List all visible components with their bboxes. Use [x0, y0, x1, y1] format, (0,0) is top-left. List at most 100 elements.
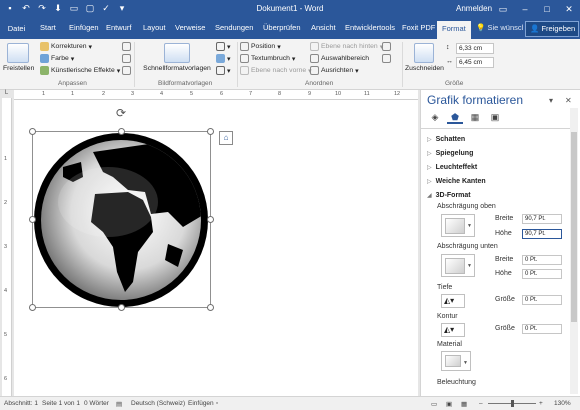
resize-handle-e[interactable]: [207, 216, 214, 223]
effects-pentagon-icon[interactable]: ⬟: [447, 110, 463, 124]
minimize-icon[interactable]: –: [514, 0, 536, 19]
selected-picture[interactable]: [29, 128, 214, 311]
proofing-icon[interactable]: ▤: [116, 400, 122, 408]
status-words[interactable]: 0 Wörter: [84, 400, 109, 407]
horizontal-ruler[interactable]: 1 1 2 3 4 5 6 7 8 9 10 11 12: [14, 90, 418, 100]
top-bevel-height-input[interactable]: 90,7 Pt.: [522, 229, 562, 239]
tab-insert[interactable]: Einfügen: [69, 23, 99, 32]
resize-handle-se[interactable]: [207, 304, 214, 311]
picture-icon[interactable]: ▣: [487, 110, 503, 124]
undo-icon[interactable]: ↶: [20, 3, 32, 14]
resize-handle-ne[interactable]: [207, 128, 214, 135]
new-icon[interactable]: ▢: [84, 3, 96, 14]
crop-button[interactable]: Zuschneiden: [405, 43, 444, 72]
tell-me-search[interactable]: 💡 Sie wünscl: [476, 23, 523, 32]
selection-pane-button[interactable]: Auswahlbereich: [310, 54, 369, 63]
status-page[interactable]: Seite 1 von 1: [42, 400, 80, 407]
open-icon[interactable]: ▭: [68, 3, 80, 14]
picture-effects-icon[interactable]: ▾: [216, 54, 230, 63]
quick-styles-button[interactable]: Schnellformatvorlagen: [140, 43, 214, 72]
tab-view[interactable]: Ansicht: [311, 23, 336, 32]
read-mode-icon[interactable]: ▭: [431, 400, 437, 408]
status-mode[interactable]: Einfügen: [188, 400, 214, 407]
resize-handle-sw[interactable]: [29, 304, 36, 311]
layout-options-icon[interactable]: ⌂: [219, 131, 233, 145]
section-glow[interactable]: ▷ Leuchteffekt: [427, 164, 477, 171]
remove-background-button[interactable]: Freistellen: [3, 43, 34, 72]
scrollbar-thumb[interactable]: [571, 132, 577, 322]
pane-scrollbar[interactable]: [570, 108, 578, 394]
section-reflection[interactable]: ▷ Spiegelung: [427, 150, 473, 157]
ribbon-display-icon[interactable]: ▭: [492, 0, 514, 19]
rotate-objects-icon[interactable]: [382, 54, 391, 63]
bottom-bevel-picker[interactable]: ▼: [441, 254, 475, 277]
zoom-in-icon[interactable]: +: [539, 400, 543, 407]
pane-close-icon[interactable]: ✕: [565, 96, 572, 105]
top-bevel-picker[interactable]: ▼: [441, 214, 475, 237]
touch-mode-icon[interactable]: ⬇: [52, 3, 64, 14]
macro-icon[interactable]: ▫: [216, 400, 218, 407]
position-button[interactable]: Position ▾: [240, 42, 281, 51]
bottom-bevel-height-input[interactable]: 0 Pt.: [522, 269, 562, 279]
change-picture-icon[interactable]: [122, 54, 131, 63]
resize-handle-nw[interactable]: [29, 128, 36, 135]
layout-properties-icon[interactable]: ▦: [467, 110, 483, 124]
section-shadow[interactable]: ▷ Schatten: [427, 136, 465, 143]
color-button[interactable]: Farbe ▾: [40, 54, 74, 63]
wrap-text-button[interactable]: Textumbruch ▾: [240, 54, 295, 63]
status-language[interactable]: Deutsch (Schweiz): [131, 400, 185, 407]
contour-color-picker[interactable]: ◭▾: [441, 323, 465, 337]
artistic-effects-button[interactable]: Künstlerische Effekte ▾: [40, 66, 120, 75]
resize-handle-n[interactable]: [118, 128, 125, 135]
zoom-out-icon[interactable]: –: [479, 400, 483, 407]
status-section[interactable]: Abschnitt: 1: [4, 400, 38, 407]
zoom-level[interactable]: 130%: [554, 400, 571, 407]
tab-start[interactable]: Start: [40, 23, 56, 32]
compress-icon[interactable]: [122, 42, 131, 51]
depth-size-input[interactable]: 0 Pt.: [522, 295, 562, 305]
check-icon[interactable]: ✓: [100, 3, 112, 14]
save-icon[interactable]: ▪: [4, 3, 16, 14]
fill-line-icon[interactable]: ◈: [427, 110, 443, 124]
align-button[interactable]: Ausrichten ▾: [310, 66, 359, 75]
print-layout-icon[interactable]: ▣: [446, 400, 452, 408]
height-input[interactable]: 6,33 cm: [456, 43, 494, 54]
redo-icon[interactable]: ↷: [36, 3, 48, 14]
group-objects-icon[interactable]: [382, 42, 391, 51]
resize-handle-s[interactable]: [118, 304, 125, 311]
tab-developer[interactable]: Entwicklertools: [345, 23, 395, 32]
top-bevel-width-input[interactable]: 90,7 Pt.: [522, 214, 562, 224]
section-3d-format[interactable]: ◢ 3D-Format: [427, 192, 471, 199]
web-layout-icon[interactable]: ▦: [461, 400, 467, 408]
picture-layout-icon[interactable]: ▾: [216, 66, 230, 75]
bring-forward-button[interactable]: Ebene nach vorne ▾: [240, 66, 312, 75]
section-soft-edges[interactable]: ▷ Weiche Kanten: [427, 178, 486, 185]
resize-handle-w[interactable]: [29, 216, 36, 223]
depth-color-picker[interactable]: ◭▾: [441, 294, 465, 308]
pane-options-icon[interactable]: ▾: [549, 96, 553, 105]
tab-review[interactable]: Überprüfen: [263, 23, 301, 32]
signin-link[interactable]: Anmelden: [456, 4, 492, 13]
tab-file[interactable]: Datei: [0, 19, 33, 39]
customize-qat-icon[interactable]: ▾: [116, 3, 128, 14]
rotate-handle-icon[interactable]: ⟳: [116, 106, 126, 120]
tab-mailings[interactable]: Sendungen: [215, 23, 253, 32]
maximize-icon[interactable]: □: [536, 0, 558, 19]
vertical-ruler[interactable]: 1 2 3 4 5 6: [2, 98, 12, 396]
material-picker[interactable]: ▼: [441, 351, 471, 371]
share-button[interactable]: 👤 Freigeben: [525, 21, 579, 37]
close-icon[interactable]: ✕: [558, 0, 580, 19]
width-input[interactable]: 6,45 cm: [456, 57, 494, 68]
reset-picture-icon[interactable]: [122, 66, 131, 75]
tab-references[interactable]: Verweise: [175, 23, 205, 32]
zoom-slider-thumb[interactable]: [511, 400, 514, 407]
bottom-bevel-width-input[interactable]: 0 Pt.: [522, 255, 562, 265]
tab-format[interactable]: Format: [437, 21, 471, 39]
picture-border-icon[interactable]: ▾: [216, 42, 230, 51]
send-backward-button[interactable]: Ebene nach hinten ▾: [310, 42, 383, 51]
tab-layout[interactable]: Layout: [143, 23, 166, 32]
corrections-button[interactable]: Korrekturen ▾: [40, 42, 92, 51]
contour-size-input[interactable]: 0 Pt.: [522, 324, 562, 334]
tab-design[interactable]: Entwurf: [106, 23, 131, 32]
tab-foxit[interactable]: Foxit PDF: [402, 23, 435, 32]
